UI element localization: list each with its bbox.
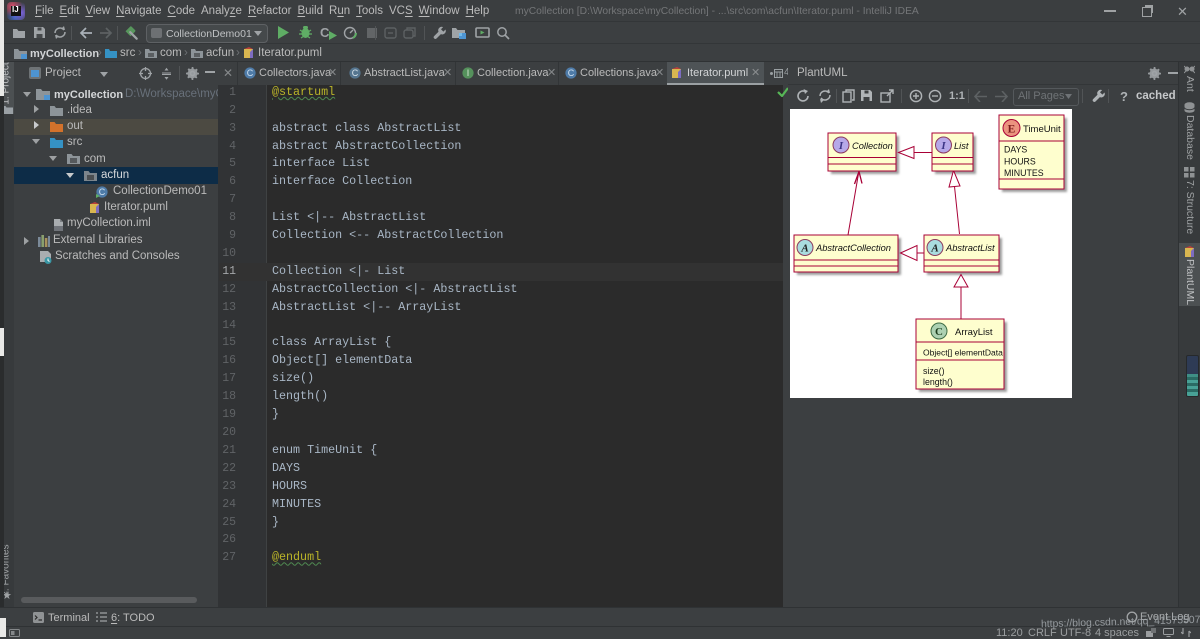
svg-text:length(): length() <box>923 377 953 387</box>
svg-text:size(): size() <box>923 366 945 376</box>
svg-text:Collection: Collection <box>852 141 893 151</box>
svg-text:E: E <box>1008 124 1016 136</box>
svg-text:I: I <box>838 140 844 152</box>
svg-text:Object[] elementData: Object[] elementData <box>923 348 1003 358</box>
svg-text:I: I <box>467 68 470 78</box>
svg-text:I: I <box>940 140 946 152</box>
svg-text:HOURS: HOURS <box>1004 157 1036 167</box>
svg-text:A: A <box>800 243 808 255</box>
svg-text:C: C <box>99 187 106 197</box>
svg-text:A: A <box>930 243 938 255</box>
svg-text:MINUTES: MINUTES <box>1004 168 1044 178</box>
svg-text:AbstractList: AbstractList <box>945 243 995 253</box>
svg-text:C: C <box>247 68 254 78</box>
svg-text:AbstractCollection: AbstractCollection <box>815 243 891 253</box>
svg-text:C: C <box>352 68 359 78</box>
svg-text:DAYS: DAYS <box>1004 145 1027 155</box>
svg-text:ArrayList: ArrayList <box>955 327 993 338</box>
svg-text:C: C <box>568 68 575 78</box>
svg-text:TimeUnit: TimeUnit <box>1023 124 1061 135</box>
svg-text:List: List <box>954 141 969 151</box>
svg-text:C: C <box>935 326 943 338</box>
